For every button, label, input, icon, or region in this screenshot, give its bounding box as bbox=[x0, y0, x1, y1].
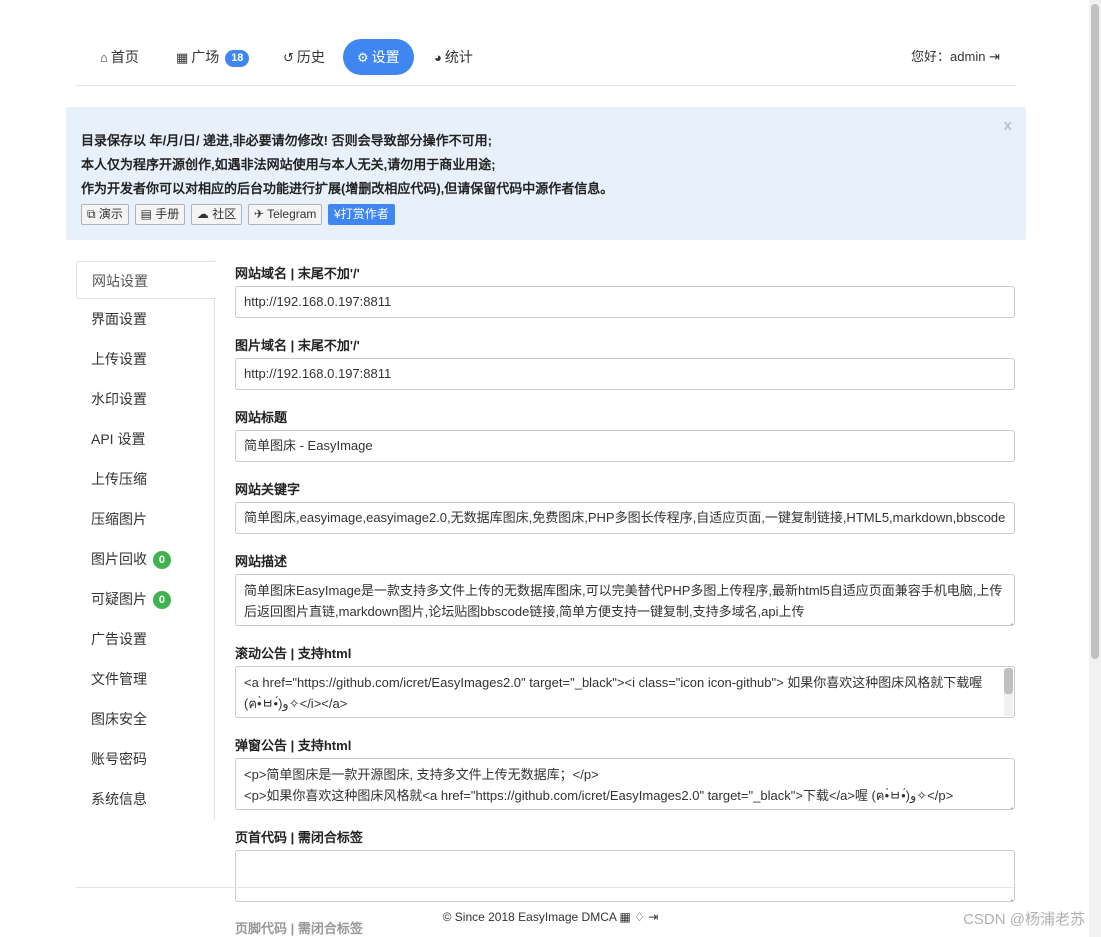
sidebar-item-security[interactable]: 图床安全 bbox=[76, 700, 215, 738]
manual-button-label: 手册 bbox=[155, 207, 180, 221]
external-link-icon: ⧉ bbox=[87, 207, 96, 221]
home-icon: ⌂ bbox=[100, 50, 108, 65]
square-count-badge: 18 bbox=[225, 50, 250, 67]
demo-button[interactable]: ⧉ 演示 bbox=[81, 204, 129, 225]
sidebar-item-site-settings[interactable]: 网站设置 bbox=[76, 261, 216, 299]
community-button[interactable]: ☁ 社区 bbox=[190, 204, 243, 225]
user-greeting[interactable]: 您好：admin ⇥ bbox=[911, 39, 1000, 75]
csdn-watermark: CSDN @杨浦老苏 bbox=[963, 911, 1085, 928]
alert-line-3: 作为开发者你可以对相应的后台功能进行扩展(增删改相应代码),但请保留代码中源作者… bbox=[81, 181, 614, 196]
sidebar-item-api-settings[interactable]: API 设置 bbox=[76, 420, 215, 458]
page-scrollbar-thumb[interactable] bbox=[1091, 4, 1099, 659]
popup-notice-line-1: <p>简单图床是一款开源图床, 支持多文件上传无数据库；</p> bbox=[244, 767, 599, 782]
yen-icon: ¥ bbox=[334, 207, 341, 221]
comments-icon: ☁ bbox=[196, 207, 209, 221]
alert-button-group: ⧉ 演示 ▤ 手册 ☁ 社区 ✈ Telegram ¥打赏作者 bbox=[81, 204, 397, 226]
sidebar-item-watermark-settings[interactable]: 水印设置 bbox=[76, 380, 215, 418]
donate-button-label: 打赏作者 bbox=[340, 207, 389, 221]
description-label: 网站描述 bbox=[235, 554, 288, 569]
textarea-scrollbar-thumb[interactable] bbox=[1004, 668, 1013, 694]
nav-home[interactable]: ⌂ 首页 bbox=[86, 39, 153, 75]
greeting-text: 您好：admin bbox=[911, 49, 986, 64]
nav-square[interactable]: ▦ 广场 18 bbox=[162, 39, 263, 75]
sidebar-item-upload-compress[interactable]: 上传压缩 bbox=[76, 460, 215, 498]
pie-chart-icon: ◕ bbox=[434, 50, 442, 65]
history-icon: ↺ bbox=[283, 50, 294, 65]
site-title-label: 网站标题 bbox=[235, 410, 288, 425]
page-scrollbar[interactable] bbox=[1089, 0, 1101, 937]
resize-handle[interactable] bbox=[1004, 615, 1013, 624]
description-text: 简单图床EasyImage是一款支持多文件上传的无数据库图床,可以完美替代PHP… bbox=[244, 583, 1003, 619]
notice-alert: 目录保存以 年/月/日/ 递进,非必要请勿修改! 否则会导致部分操作不可用; 本… bbox=[66, 107, 1026, 240]
image-domain-input[interactable]: http://192.168.0.197:8811 bbox=[235, 358, 1015, 390]
site-title-input[interactable]: 简单图床 - EasyImage bbox=[235, 430, 1015, 462]
recycle-count-badge: 0 bbox=[152, 551, 171, 569]
nav-settings[interactable]: ⚙ 设置 bbox=[343, 39, 414, 75]
sidebar-item-suspicious[interactable]: 可疑图片 0 bbox=[76, 580, 215, 618]
donate-button[interactable]: ¥打赏作者 bbox=[328, 204, 395, 225]
sidebar-item-ads[interactable]: 广告设置 bbox=[76, 620, 215, 658]
manual-button[interactable]: ▤ 手册 bbox=[134, 204, 186, 225]
sidebar-item-file-manager[interactable]: 文件管理 bbox=[76, 660, 215, 698]
alert-line-2: 本人仅为程序开源创作,如遇非法网站使用与本人无关,请勿用于商业用途; bbox=[81, 157, 496, 172]
book-icon: ▤ bbox=[140, 207, 152, 221]
nav-history[interactable]: ↺ 历史 bbox=[269, 39, 339, 75]
nav-stats[interactable]: ◕ 统计 bbox=[420, 39, 487, 75]
nav-square-label: 广场 bbox=[191, 49, 220, 65]
sidebar-item-suspicious-label: 可疑图片 bbox=[91, 591, 147, 607]
footer-divider bbox=[76, 887, 1016, 888]
close-icon[interactable]: x bbox=[1004, 117, 1012, 134]
scroll-notice-textarea[interactable]: <a href="https://github.com/icret/EasyIm… bbox=[235, 666, 1015, 718]
scroll-notice-label: 滚动公告 | 支持html bbox=[235, 646, 352, 661]
sidebar-item-account[interactable]: 账号密码 bbox=[76, 740, 215, 778]
textarea-scrollbar[interactable] bbox=[1004, 668, 1013, 716]
popup-notice-textarea[interactable]: <p>简单图床是一款开源图床, 支持多文件上传无数据库；</p> <p>如果你喜… bbox=[235, 758, 1015, 810]
suspicious-count-badge: 0 bbox=[152, 591, 171, 609]
site-domain-input[interactable]: http://192.168.0.197:8811 bbox=[235, 286, 1015, 318]
popup-notice-label: 弹窗公告 | 支持html bbox=[235, 738, 352, 753]
domain-label: 网站域名 | 末尾不加'/' bbox=[235, 266, 360, 281]
footer-icons[interactable]: ▦ ♢ ⇥ bbox=[620, 910, 659, 924]
alert-line-1: 目录保存以 年/月/日/ 递进,非必要请勿修改! 否则会导致部分操作不可用; bbox=[81, 133, 492, 148]
demo-button-label: 演示 bbox=[98, 207, 123, 221]
nav-home-label: 首页 bbox=[110, 49, 139, 65]
top-navbar: ⌂ 首页 ▦ 广场 18 ↺ 历史 ⚙ 设置 ◕ 统计 您好：admin ⇥ bbox=[76, 36, 1016, 86]
image-domain-label: 图片域名 | 末尾不加'/' bbox=[235, 338, 360, 353]
sidebar-item-recycle[interactable]: 图片回收 0 bbox=[76, 540, 215, 578]
gears-icon: ⚙ bbox=[357, 50, 369, 65]
telegram-button-label: Telegram bbox=[267, 207, 317, 221]
sidebar-item-ui-settings[interactable]: 界面设置 bbox=[76, 300, 215, 338]
keywords-label: 网站关键字 bbox=[235, 482, 301, 497]
grid-icon: ▦ bbox=[176, 50, 189, 65]
nav-stats-label: 统计 bbox=[444, 49, 473, 65]
nav-settings-label: 设置 bbox=[371, 49, 400, 65]
popup-notice-line-2: <p>如果你喜欢这种图床风格就<a href="https://github.c… bbox=[244, 788, 954, 803]
telegram-button[interactable]: ✈ Telegram bbox=[247, 204, 323, 225]
description-textarea[interactable]: 简单图床EasyImage是一款支持多文件上传的无数据库图床,可以完美替代PHP… bbox=[235, 574, 1015, 626]
header-code-label: 页首代码 | 需闭合标签 bbox=[235, 830, 363, 845]
resize-handle[interactable] bbox=[1004, 891, 1013, 900]
header-code-textarea[interactable] bbox=[235, 850, 1015, 902]
sidebar-item-compress-images[interactable]: 压缩图片 bbox=[76, 500, 215, 538]
scroll-notice-line-2: (ฅ•̀ㅂ•́)و✧</i></a> bbox=[244, 696, 348, 711]
plane-icon: ✈ bbox=[253, 207, 264, 221]
footer-text: © Since 2018 EasyImage DMCA bbox=[442, 910, 617, 924]
sidebar-item-upload-settings[interactable]: 上传设置 bbox=[76, 340, 215, 378]
scroll-notice-line-1: <a href="https://github.com/icret/EasyIm… bbox=[244, 675, 983, 690]
community-button-label: 社区 bbox=[212, 207, 237, 221]
settings-sidebar: 网站设置 界面设置 上传设置 水印设置 API 设置 上传压缩 压缩图片 图片回… bbox=[76, 260, 216, 820]
page-footer: © Since 2018 EasyImage DMCA ▦ ♢ ⇥ bbox=[0, 910, 1101, 924]
sidebar-item-system-info[interactable]: 系统信息 bbox=[76, 780, 215, 818]
logout-icon[interactable]: ⇥ bbox=[989, 49, 1000, 64]
sidebar-item-recycle-label: 图片回收 bbox=[91, 551, 147, 567]
nav-history-label: 历史 bbox=[296, 49, 325, 65]
resize-handle[interactable] bbox=[1004, 799, 1013, 808]
keywords-input[interactable]: 简单图床,easyimage,easyimage2.0,无数据库图床,免费图床,… bbox=[235, 502, 1015, 534]
